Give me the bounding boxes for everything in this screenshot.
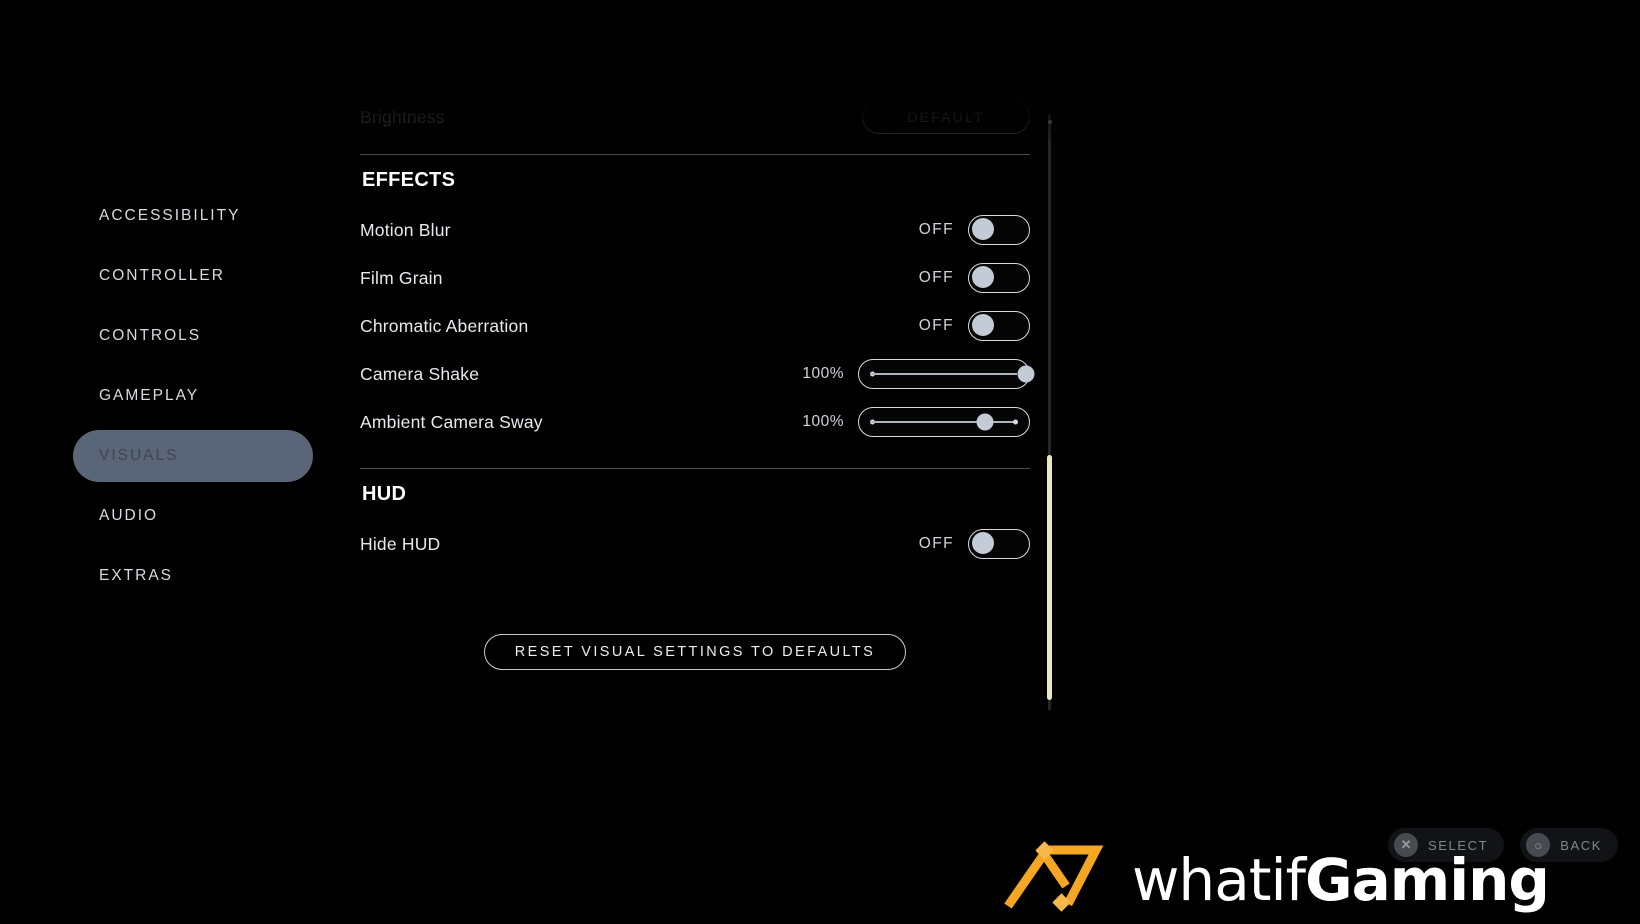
toggle-state-label: OFF — [918, 317, 954, 334]
setting-control: OFF — [919, 529, 1030, 559]
toggle-state-label: OFF — [918, 221, 954, 238]
toggle-knob-icon — [972, 532, 994, 554]
watermark: whatifGaming — [1000, 840, 1550, 920]
sidebar-item-label: AUDIO — [99, 507, 159, 524]
setting-label: Ambient Camera Sway — [360, 411, 543, 432]
watermark-text-light: whatif — [1132, 846, 1306, 914]
sidebar-item-label: EXTRAS — [99, 567, 174, 584]
sidebar-item-label: VISUALS — [99, 447, 179, 464]
setting-row-film-grain[interactable]: Film Grain OFF — [360, 254, 1030, 302]
brightness-default-button[interactable]: DEFAULT — [862, 100, 1030, 134]
sidebar-item-accessibility[interactable]: ACCESSIBILITY — [73, 190, 313, 242]
ambient-camera-sway-slider[interactable] — [858, 407, 1030, 437]
setting-control: OFF — [919, 311, 1030, 341]
reset-button-container: RESET VISUAL SETTINGS TO DEFAULTS — [360, 634, 1030, 670]
sidebar-item-visuals[interactable]: VISUALS — [73, 430, 313, 482]
setting-control: 100% — [796, 407, 1030, 437]
setting-control: OFF — [919, 215, 1030, 245]
sidebar-item-controls[interactable]: CONTROLS — [73, 310, 313, 362]
sidebar-item-audio[interactable]: AUDIO — [73, 490, 313, 542]
setting-control: 100% — [796, 359, 1035, 389]
whatifgaming-logo-icon — [1004, 841, 1104, 912]
camera-shake-slider[interactable] — [858, 359, 1035, 389]
sidebar-item-label: ACCESSIBILITY — [99, 207, 241, 224]
setting-row-hide-hud[interactable]: Hide HUD OFF — [360, 520, 1030, 568]
scrollbar-top-dot-icon — [1048, 120, 1052, 124]
setting-control: OFF — [919, 263, 1030, 293]
slider-thumb[interactable] — [1017, 365, 1035, 383]
slider-thumb[interactable] — [976, 413, 994, 431]
scrollbar-thumb[interactable] — [1047, 455, 1052, 700]
sidebar: ACCESSIBILITY CONTROLLER CONTROLS GAMEPL… — [0, 0, 340, 924]
setting-label: Motion Blur — [360, 219, 451, 240]
setting-row-ambient-camera-sway[interactable]: Ambient Camera Sway 100% — [360, 398, 1030, 446]
setting-row-camera-shake[interactable]: Camera Shake 100% — [360, 350, 1035, 398]
toggle-knob-icon — [972, 266, 994, 288]
setting-row-chromatic-aberration[interactable]: Chromatic Aberration OFF — [360, 302, 1030, 350]
watermark-text-bold: Gaming — [1305, 846, 1550, 914]
section-divider — [360, 468, 1030, 469]
section-divider — [360, 154, 1030, 155]
sidebar-item-label: CONTROLLER — [99, 267, 225, 284]
sidebar-item-label: CONTROLS — [99, 327, 202, 344]
setting-control: DEFAULT — [862, 100, 1030, 134]
sidebar-item-extras[interactable]: EXTRAS — [73, 550, 313, 602]
watermark-text: whatifGaming — [1132, 846, 1550, 914]
slider-value-label: 100% — [802, 365, 844, 382]
setting-label: Brightness — [360, 106, 445, 127]
slider-max-dot-icon — [1013, 419, 1018, 425]
toggle-knob-icon — [972, 218, 994, 240]
settings-panel: Brightness DEFAULT EFFECTS Motion Blur O… — [360, 96, 1035, 716]
slider-track — [871, 373, 1017, 375]
slider-track — [871, 421, 1017, 423]
toggle-state-label: OFF — [918, 269, 954, 286]
setting-label: Hide HUD — [360, 533, 441, 554]
sidebar-item-label: GAMEPLAY — [99, 387, 200, 404]
section-title-effects: EFFECTS — [362, 169, 456, 191]
toggle-state-label: OFF — [918, 535, 954, 552]
hide-hud-toggle[interactable] — [968, 529, 1030, 559]
setting-label: Film Grain — [360, 267, 443, 288]
sidebar-item-gameplay[interactable]: GAMEPLAY — [73, 370, 313, 422]
setting-row-brightness[interactable]: Brightness DEFAULT — [360, 96, 1030, 138]
settings-screen: ACCESSIBILITY CONTROLLER CONTROLS GAMEPL… — [0, 0, 1640, 924]
motion-blur-toggle[interactable] — [968, 215, 1030, 245]
setting-row-motion-blur[interactable]: Motion Blur OFF — [360, 206, 1030, 254]
film-grain-toggle[interactable] — [968, 263, 1030, 293]
reset-visual-settings-button[interactable]: RESET VISUAL SETTINGS TO DEFAULTS — [483, 634, 907, 670]
chromatic-aberration-toggle[interactable] — [968, 311, 1030, 341]
setting-label: Chromatic Aberration — [360, 315, 529, 336]
section-title-hud: HUD — [362, 483, 407, 505]
setting-label: Camera Shake — [360, 363, 480, 384]
sidebar-item-controller[interactable]: CONTROLLER — [73, 250, 313, 302]
toggle-knob-icon — [972, 314, 994, 336]
slider-value-label: 100% — [802, 413, 844, 430]
prompt-label: BACK — [1560, 837, 1602, 853]
sidebar-nav: ACCESSIBILITY CONTROLLER CONTROLS GAMEPL… — [73, 190, 313, 610]
